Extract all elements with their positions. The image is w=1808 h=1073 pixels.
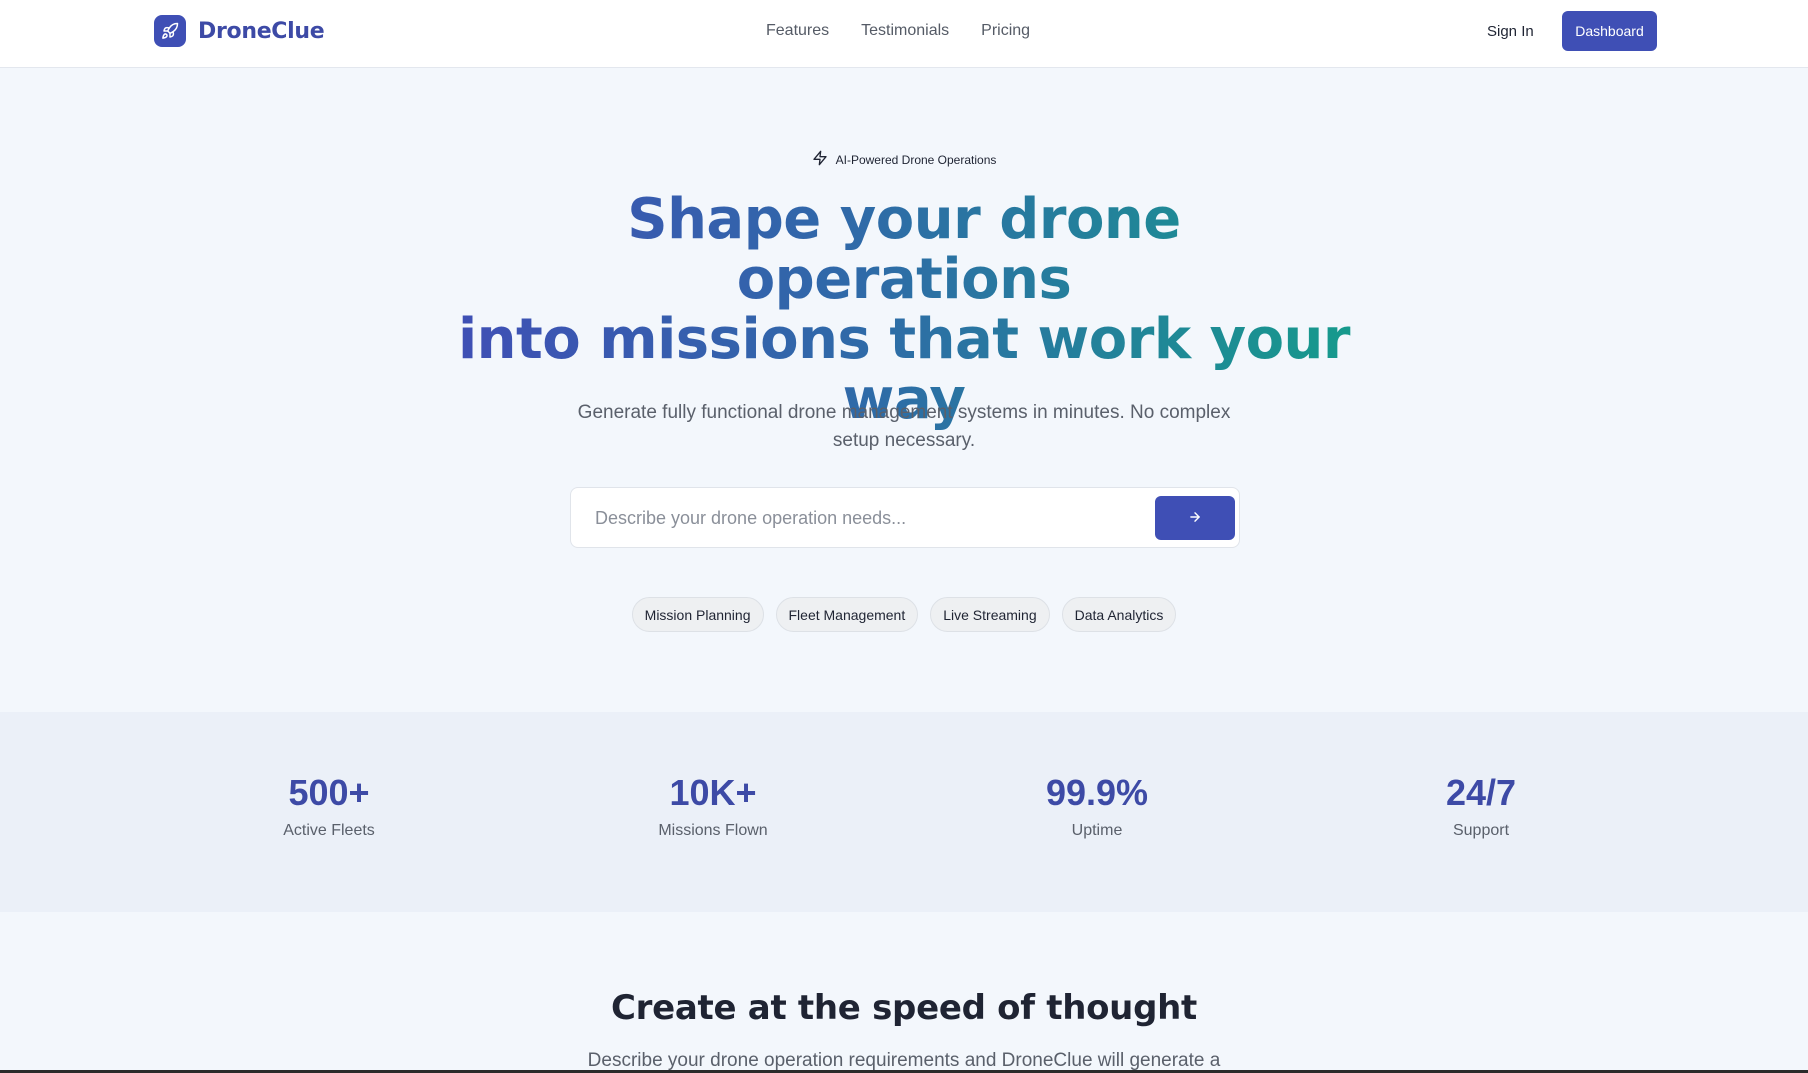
stat-missions-flown: 10K+ Missions Flown (563, 772, 863, 840)
sign-in-link[interactable]: Sign In (1487, 23, 1534, 40)
chip-live-streaming[interactable]: Live Streaming (930, 597, 1050, 632)
stat-label: Support (1452, 822, 1510, 839)
chip-fleet-management[interactable]: Fleet Management (775, 597, 919, 632)
hero-headline: Shape your drone operations into mission… (454, 190, 1354, 430)
stat-label: Uptime (1071, 822, 1123, 839)
dashboard-button[interactable]: Dashboard (1562, 11, 1657, 51)
headline-line-1: Shape your drone operations (627, 187, 1181, 312)
hero-subhead: Generate fully functional drone manageme… (577, 402, 1231, 451)
brand[interactable]: DroneClue (154, 15, 325, 47)
suggestion-chips: Mission Planning Fleet Management Live S… (0, 597, 1808, 632)
nav-link-features[interactable]: Features (766, 22, 829, 40)
chip-mission-planning[interactable]: Mission Planning (631, 597, 764, 632)
hero-badge-text: AI-Powered Drone Operations (835, 153, 997, 167)
prompt-box (570, 487, 1240, 548)
nav-link-testimonials[interactable]: Testimonials (861, 22, 949, 40)
chip-data-analytics[interactable]: Data Analytics (1061, 597, 1177, 632)
stat-uptime: 99.9% Uptime (947, 772, 1247, 840)
prompt-input[interactable] (595, 502, 1135, 534)
stat-label: Active Fleets (283, 822, 375, 839)
stat-label: Missions Flown (658, 822, 768, 839)
nav-links: Features Testimonials Pricing (766, 22, 1062, 40)
arrow-right-icon (1188, 510, 1202, 527)
stat-support: 24/7 Support (1331, 772, 1631, 840)
hero-badge: AI-Powered Drone Operations (0, 150, 1808, 170)
nav-link-pricing[interactable]: Pricing (981, 22, 1030, 40)
section-title: Create at the speed of thought (611, 988, 1197, 1028)
lightning-icon (812, 150, 828, 170)
rocket-icon (154, 15, 186, 47)
stats-section: 500+ Active Fleets 10K+ Missions Flown 9… (0, 712, 1808, 912)
stat-value: 500+ (288, 772, 370, 813)
stat-value: 99.9% (1045, 772, 1149, 813)
brand-name: DroneClue (198, 18, 325, 44)
stat-value: 10K+ (669, 772, 757, 813)
submit-button[interactable] (1155, 496, 1235, 540)
navbar: DroneClue Features Testimonials Pricing … (0, 0, 1808, 68)
stat-value: 24/7 (1445, 772, 1517, 813)
headline-line-2: into missions that work your (457, 307, 1351, 372)
section-description: Describe your drone operation requiremen… (587, 1050, 1221, 1071)
stat-active-fleets: 500+ Active Fleets (179, 772, 479, 840)
